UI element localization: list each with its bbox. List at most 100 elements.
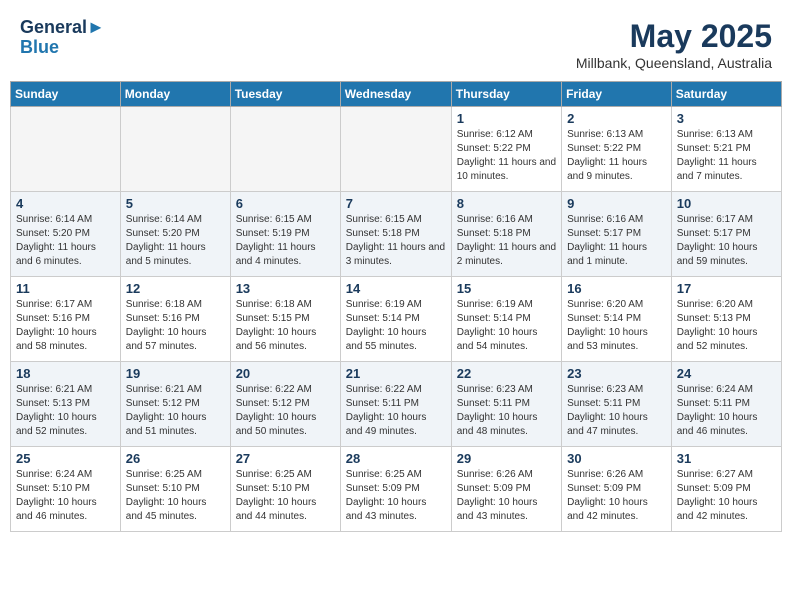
calendar-day-cell: 31 Sunrise: 6:27 AMSunset: 5:09 PMDayligh… — [671, 447, 781, 532]
day-info: Sunrise: 6:25 AMSunset: 5:10 PMDaylight:… — [126, 468, 225, 524]
weekday-header-row: SundayMondayTuesdayWednesdayThursdayFrid… — [11, 82, 782, 107]
day-info: Sunrise: 6:23 AMSunset: 5:11 PMDaylight:… — [567, 383, 666, 439]
day-number: 3 — [677, 111, 776, 126]
day-info: Sunrise: 6:12 AMSunset: 5:22 PMDaylight:… — [457, 128, 556, 184]
calendar-week-row: 11 Sunrise: 6:17 AMSunset: 5:16 PMDayligh… — [11, 277, 782, 362]
calendar-day-cell — [11, 107, 121, 192]
calendar-table: SundayMondayTuesdayWednesdayThursdayFrid… — [10, 81, 782, 532]
calendar-day-cell: 6 Sunrise: 6:15 AMSunset: 5:19 PMDaylight… — [230, 192, 340, 277]
day-info: Sunrise: 6:24 AMSunset: 5:11 PMDaylight:… — [677, 383, 776, 439]
day-info: Sunrise: 6:25 AMSunset: 5:09 PMDaylight:… — [346, 468, 446, 524]
day-info: Sunrise: 6:17 AMSunset: 5:16 PMDaylight:… — [16, 298, 115, 354]
weekday-header-cell: Thursday — [451, 82, 561, 107]
weekday-header-cell: Friday — [562, 82, 672, 107]
day-info: Sunrise: 6:22 AMSunset: 5:12 PMDaylight:… — [236, 383, 335, 439]
calendar-day-cell: 4 Sunrise: 6:14 AMSunset: 5:20 PMDaylight… — [11, 192, 121, 277]
day-number: 9 — [567, 196, 666, 211]
calendar-week-row: 18 Sunrise: 6:21 AMSunset: 5:13 PMDayligh… — [11, 362, 782, 447]
calendar-day-cell: 19Sunrise: 6:21 AMSunset: 5:12 PMDayligh… — [120, 362, 230, 447]
calendar-day-cell: 26 Sunrise: 6:25 AMSunset: 5:10 PMDayligh… — [120, 447, 230, 532]
day-info: Sunrise: 6:27 AMSunset: 5:09 PMDaylight:… — [677, 468, 776, 524]
day-info: Sunrise: 6:16 AMSunset: 5:18 PMDaylight:… — [457, 213, 556, 269]
calendar-day-cell: 18 Sunrise: 6:21 AMSunset: 5:13 PMDayligh… — [11, 362, 121, 447]
day-number: 21 — [346, 366, 446, 381]
day-info: Sunrise: 6:17 AMSunset: 5:17 PMDaylight:… — [677, 213, 776, 269]
day-info: Sunrise: 6:13 AMSunset: 5:21 PMDaylight:… — [677, 128, 776, 184]
day-info: Sunrise: 6:19 AMSunset: 5:14 PMDaylight:… — [346, 298, 446, 354]
day-info: Sunrise: 6:25 AMSunset: 5:10 PMDaylight:… — [236, 468, 335, 524]
calendar-day-cell: 12 Sunrise: 6:18 AMSunset: 5:16 PMDayligh… — [120, 277, 230, 362]
day-info: Sunrise: 6:15 AMSunset: 5:19 PMDaylight:… — [236, 213, 335, 269]
day-number: 4 — [16, 196, 115, 211]
calendar-day-cell: 10 Sunrise: 6:17 AMSunset: 5:17 PMDayligh… — [671, 192, 781, 277]
calendar-day-cell: 15 Sunrise: 6:19 AMSunset: 5:14 PMDayligh… — [451, 277, 561, 362]
page-header: General►Blue May 2025 Millbank, Queensla… — [10, 10, 782, 75]
calendar-day-cell: 25 Sunrise: 6:24 AMSunset: 5:10 PMDayligh… — [11, 447, 121, 532]
weekday-header-cell: Monday — [120, 82, 230, 107]
day-number: 19 — [126, 366, 225, 381]
day-number: 31 — [677, 451, 776, 466]
day-number: 30 — [567, 451, 666, 466]
calendar-day-cell: 16Sunrise: 6:20 AMSunset: 5:14 PMDayligh… — [562, 277, 672, 362]
weekday-header-cell: Tuesday — [230, 82, 340, 107]
calendar-day-cell: 3 Sunrise: 6:13 AMSunset: 5:21 PMDaylight… — [671, 107, 781, 192]
day-info: Sunrise: 6:14 AMSunset: 5:20 PMDaylight:… — [126, 213, 225, 269]
day-number: 13 — [236, 281, 335, 296]
logo-text: General►Blue — [20, 18, 105, 58]
month-title: May 2025 — [576, 18, 772, 55]
day-info: Sunrise: 6:20 AMSunset: 5:13 PMDaylight:… — [677, 298, 776, 354]
day-number: 5 — [126, 196, 225, 211]
weekday-header-cell: Sunday — [11, 82, 121, 107]
day-info: Sunrise: 6:22 AMSunset: 5:11 PMDaylight:… — [346, 383, 446, 439]
day-info: Sunrise: 6:26 AMSunset: 5:09 PMDaylight:… — [457, 468, 556, 524]
day-info: Sunrise: 6:26 AMSunset: 5:09 PMDaylight:… — [567, 468, 666, 524]
day-number: 25 — [16, 451, 115, 466]
day-number: 29 — [457, 451, 556, 466]
calendar-day-cell: 29 Sunrise: 6:26 AMSunset: 5:09 PMDayligh… — [451, 447, 561, 532]
day-number: 26 — [126, 451, 225, 466]
day-number: 18 — [16, 366, 115, 381]
calendar-day-cell — [230, 107, 340, 192]
calendar-body: 1 Sunrise: 6:12 AMSunset: 5:22 PMDaylight… — [11, 107, 782, 532]
calendar-day-cell: 14Sunrise: 6:19 AMSunset: 5:14 PMDayligh… — [340, 277, 451, 362]
calendar-day-cell: 27 Sunrise: 6:25 AMSunset: 5:10 PMDayligh… — [230, 447, 340, 532]
day-number: 17 — [677, 281, 776, 296]
calendar-day-cell: 17 Sunrise: 6:20 AMSunset: 5:13 PMDayligh… — [671, 277, 781, 362]
calendar-day-cell: 1 Sunrise: 6:12 AMSunset: 5:22 PMDaylight… — [451, 107, 561, 192]
day-number: 22 — [457, 366, 556, 381]
day-number: 24 — [677, 366, 776, 381]
day-number: 15 — [457, 281, 556, 296]
day-number: 16 — [567, 281, 666, 296]
day-info: Sunrise: 6:23 AMSunset: 5:11 PMDaylight:… — [457, 383, 556, 439]
day-info: Sunrise: 6:15 AMSunset: 5:18 PMDaylight:… — [346, 213, 446, 269]
day-number: 7 — [346, 196, 446, 211]
calendar-day-cell: 22 Sunrise: 6:23 AMSunset: 5:11 PMDayligh… — [451, 362, 561, 447]
calendar-day-cell: 21 Sunrise: 6:22 AMSunset: 5:11 PMDayligh… — [340, 362, 451, 447]
day-number: 12 — [126, 281, 225, 296]
day-number: 10 — [677, 196, 776, 211]
title-block: May 2025 Millbank, Queensland, Australia — [576, 18, 772, 71]
day-info: Sunrise: 6:24 AMSunset: 5:10 PMDaylight:… — [16, 468, 115, 524]
calendar-day-cell: 9 Sunrise: 6:16 AMSunset: 5:17 PMDaylight… — [562, 192, 672, 277]
day-number: 8 — [457, 196, 556, 211]
day-number: 2 — [567, 111, 666, 126]
calendar-day-cell: 2Sunrise: 6:13 AMSunset: 5:22 PMDaylight… — [562, 107, 672, 192]
day-info: Sunrise: 6:21 AMSunset: 5:13 PMDaylight:… — [16, 383, 115, 439]
day-number: 1 — [457, 111, 556, 126]
day-info: Sunrise: 6:14 AMSunset: 5:20 PMDaylight:… — [16, 213, 115, 269]
day-number: 20 — [236, 366, 335, 381]
day-info: Sunrise: 6:16 AMSunset: 5:17 PMDaylight:… — [567, 213, 666, 269]
day-number: 27 — [236, 451, 335, 466]
day-number: 23 — [567, 366, 666, 381]
calendar-day-cell — [340, 107, 451, 192]
day-info: Sunrise: 6:19 AMSunset: 5:14 PMDaylight:… — [457, 298, 556, 354]
day-info: Sunrise: 6:18 AMSunset: 5:16 PMDaylight:… — [126, 298, 225, 354]
day-number: 28 — [346, 451, 446, 466]
calendar-day-cell: 11 Sunrise: 6:17 AMSunset: 5:16 PMDayligh… — [11, 277, 121, 362]
day-number: 11 — [16, 281, 115, 296]
location-title: Millbank, Queensland, Australia — [576, 55, 772, 71]
day-number: 6 — [236, 196, 335, 211]
calendar-day-cell: 23 Sunrise: 6:23 AMSunset: 5:11 PMDayligh… — [562, 362, 672, 447]
weekday-header-cell: Saturday — [671, 82, 781, 107]
calendar-day-cell: 5 Sunrise: 6:14 AMSunset: 5:20 PMDaylight… — [120, 192, 230, 277]
